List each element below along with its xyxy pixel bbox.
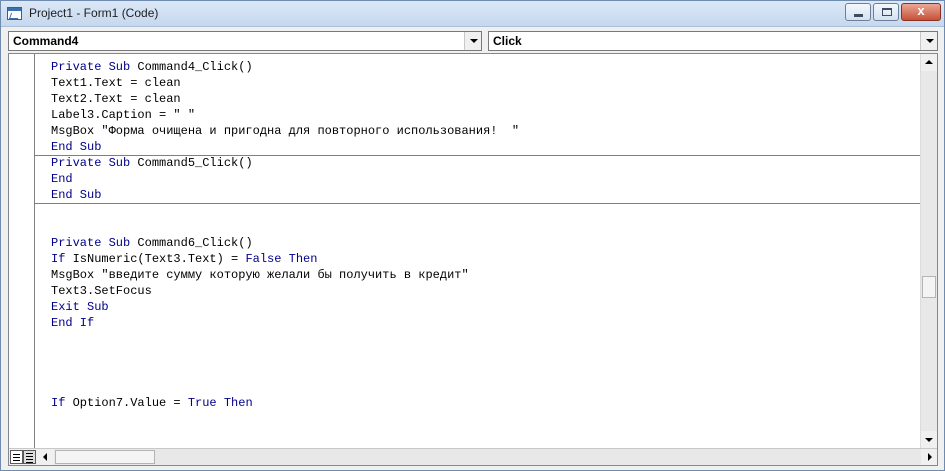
code-text: Text2.Text = clean <box>51 92 181 106</box>
object-dropdown[interactable]: Command4 <box>8 31 482 51</box>
code-keyword: Private Sub <box>51 236 138 250</box>
code-keyword: If <box>51 252 73 266</box>
code-line[interactable]: Exit Sub <box>51 299 109 315</box>
code-text: Command6_Click() <box>137 236 253 250</box>
close-icon: x <box>917 3 925 18</box>
vb-code-window-icon <box>7 7 22 20</box>
code-line[interactable]: End If <box>51 315 94 331</box>
code-keyword: End <box>51 172 73 186</box>
code-area[interactable]: Private Sub Command4_Click() Text1.Text =… <box>35 54 921 448</box>
chevron-down-icon[interactable] <box>464 32 481 50</box>
vertical-scrollbar[interactable] <box>920 54 937 448</box>
code-keyword: End Sub <box>51 188 102 202</box>
procedure-view-button[interactable] <box>10 450 23 464</box>
scroll-up-button[interactable] <box>921 54 937 71</box>
minimize-button[interactable] <box>845 3 871 21</box>
code-text: Option7.Value = <box>72 396 188 410</box>
horizontal-scroll-thumb[interactable] <box>55 450 155 464</box>
code-line[interactable]: Text3.SetFocus <box>51 283 152 299</box>
code-text: Command4_Click() <box>137 60 253 74</box>
code-text: Label3.Caption = " " <box>51 108 196 122</box>
code-keyword: False Then <box>245 252 318 266</box>
procedure-dropdown-value: Click <box>493 34 522 48</box>
margin-indicator-bar[interactable] <box>9 54 35 448</box>
scroll-left-button[interactable] <box>38 449 54 465</box>
code-keyword: End If <box>51 316 95 330</box>
code-line[interactable]: End Sub <box>51 187 101 203</box>
maximize-button[interactable] <box>873 3 899 21</box>
code-line[interactable]: Private Sub Command6_Click() <box>51 235 253 251</box>
code-line[interactable]: Private Sub Command5_Click() <box>51 155 253 171</box>
code-keyword: Private Sub <box>51 60 138 74</box>
code-line[interactable]: Label3.Caption = " " <box>51 107 195 123</box>
procedure-dropdown[interactable]: Click <box>488 31 938 51</box>
code-text: Text3.SetFocus <box>51 284 152 298</box>
code-line[interactable]: End <box>51 171 73 187</box>
code-line[interactable]: End Sub <box>51 139 101 155</box>
chevron-down-icon[interactable] <box>920 32 937 50</box>
code-keyword: Private Sub <box>51 156 138 170</box>
code-line[interactable]: Private Sub Command4_Click() <box>51 59 253 75</box>
code-text: Command5_Click() <box>137 156 253 170</box>
code-line[interactable]: Text1.Text = clean <box>51 75 181 91</box>
code-text: Text1.Text = clean <box>51 76 181 90</box>
scroll-down-button[interactable] <box>921 431 937 448</box>
full-module-view-button[interactable] <box>23 450 36 464</box>
close-button[interactable]: x <box>901 3 941 21</box>
code-line[interactable]: MsgBox "введите сумму которую желали бы … <box>51 267 469 283</box>
code-line[interactable]: Text2.Text = clean <box>51 91 181 107</box>
code-window: Project1 - Form1 (Code) x Command4 Click… <box>0 0 945 471</box>
code-editor[interactable]: Private Sub Command4_Click() Text1.Text =… <box>8 53 938 466</box>
scroll-right-button[interactable] <box>921 449 937 465</box>
vertical-scroll-thumb[interactable] <box>922 276 936 298</box>
code-keyword: Exit Sub <box>51 300 109 314</box>
code-keyword: True Then <box>187 396 253 410</box>
code-line[interactable]: If Option7.Value = True Then <box>51 395 253 411</box>
object-dropdown-value: Command4 <box>13 34 79 48</box>
procedure-separator <box>35 203 921 204</box>
code-line[interactable]: If IsNumeric(Text3.Text) = False Then <box>51 251 317 267</box>
minimize-icon <box>854 14 863 17</box>
editor-bottom-bar <box>9 448 937 465</box>
maximize-icon <box>882 8 892 16</box>
code-keyword: End Sub <box>51 140 102 154</box>
code-line[interactable]: MsgBox "Форма очищена и пригодна для пов… <box>51 123 519 139</box>
code-text: MsgBox "Форма очищена и пригодна для пов… <box>51 124 520 138</box>
horizontal-scrollbar[interactable] <box>38 449 937 465</box>
code-keyword: If <box>51 396 73 410</box>
code-text: IsNumeric(Text3.Text) = <box>72 252 246 266</box>
procedure-separator <box>35 155 921 156</box>
title-bar[interactable]: Project1 - Form1 (Code) x <box>1 1 944 27</box>
code-text: MsgBox "введите сумму которую желали бы … <box>51 268 469 282</box>
window-title: Project1 - Form1 (Code) <box>29 6 159 20</box>
